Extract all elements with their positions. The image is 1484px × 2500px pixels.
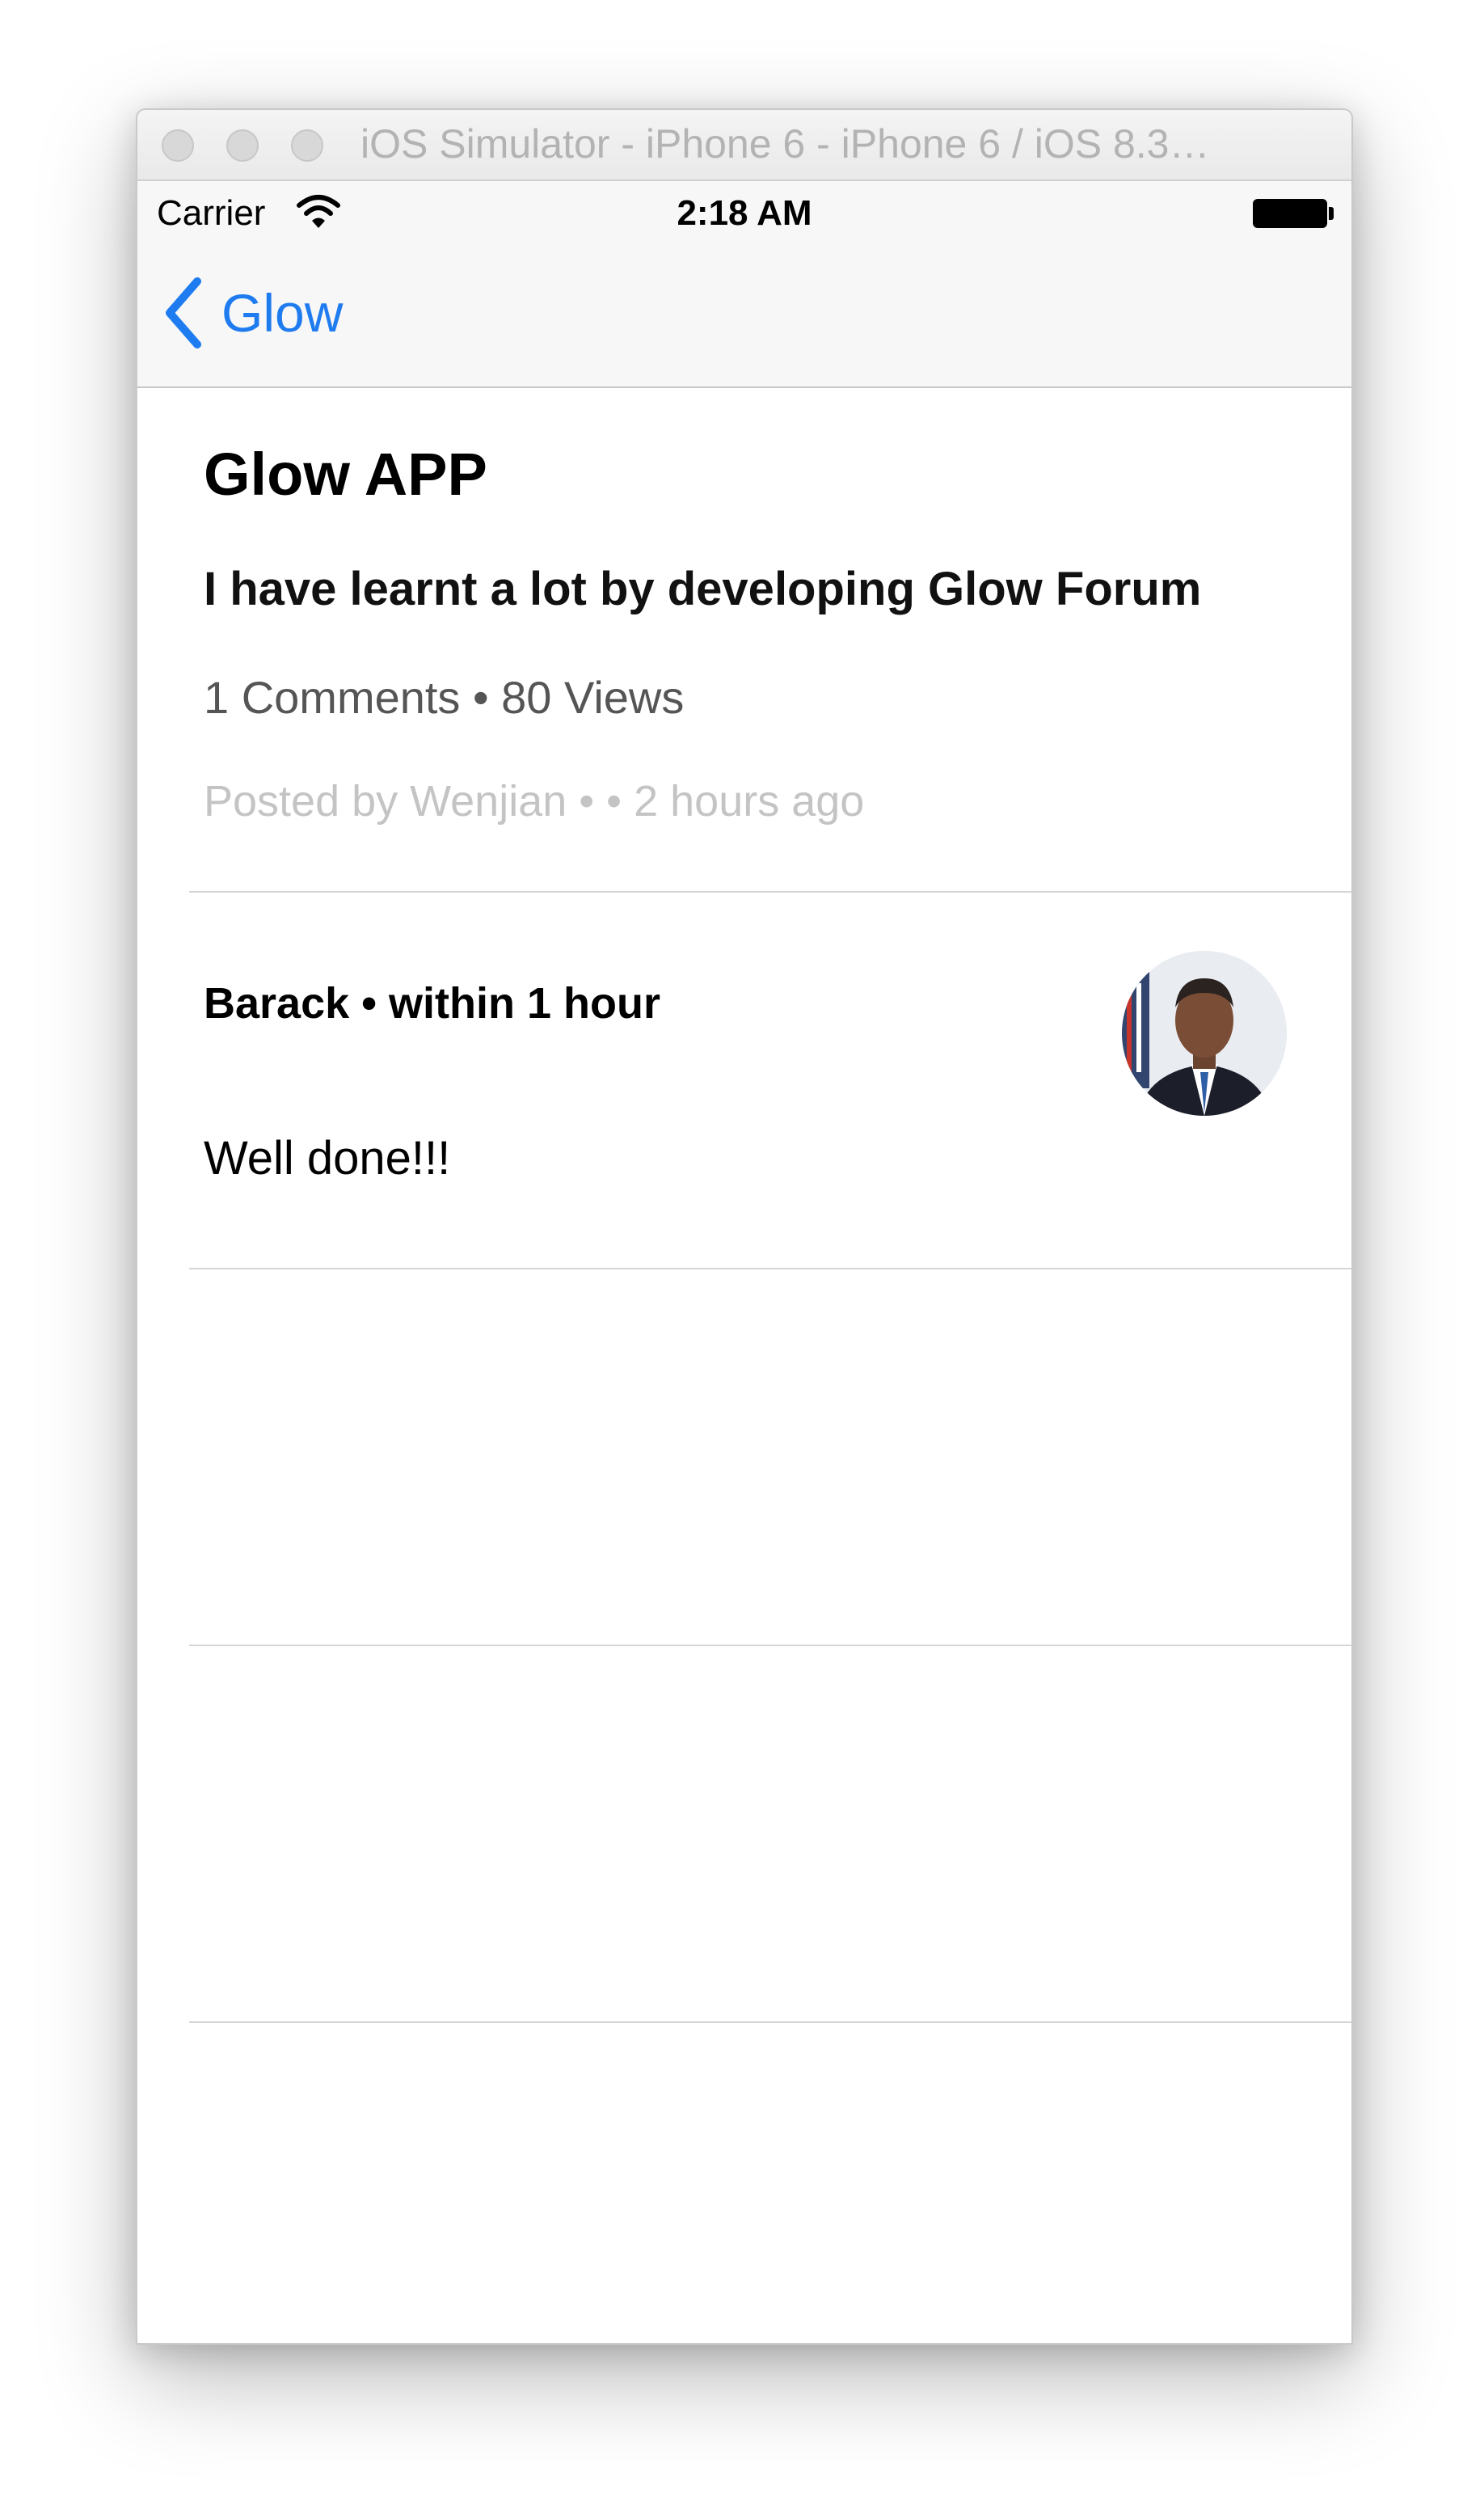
simulator-window: iOS Simulator - iPhone 6 - iPhone 6 / iO… [136,108,1353,2345]
post-header: Glow APP I have learnt a lot by developi… [137,388,1351,885]
battery-nub [1329,207,1334,220]
post-meta: Posted by Wenjian • • 2 hours ago [204,777,865,826]
navigation-bar: Glow [137,244,1351,388]
post-title: Glow APP [204,441,487,508]
avatar[interactable] [1122,951,1287,1116]
comment-author: Barack • within 1 hour [204,979,661,1028]
close-window-button[interactable] [162,129,194,162]
status-bar: Carrier 2:18 AM [137,181,1351,244]
back-button-label: Glow [221,283,344,343]
comment-text: Well done!!! [204,1132,451,1185]
window-title: iOS Simulator - iPhone 6 - iPhone 6 / iO… [360,121,1210,167]
post-stats: 1 Comments • 80 Views [204,672,685,723]
row-separator [189,1645,1351,1646]
post-body: I have learnt a lot by developing Glow F… [204,563,1202,615]
window-titlebar: iOS Simulator - iPhone 6 - iPhone 6 / iO… [137,110,1351,181]
battery-icon [1253,199,1327,228]
status-time: 2:18 AM [677,193,812,233]
chevron-left-icon [166,277,201,348]
back-button[interactable]: Glow [162,277,343,349]
row-separator [189,891,1351,893]
avatar-photo [1122,951,1287,1116]
zoom-window-button[interactable] [291,129,323,162]
minimize-window-button[interactable] [226,129,259,162]
row-separator [189,1268,1351,1269]
row-separator [189,2021,1351,2023]
